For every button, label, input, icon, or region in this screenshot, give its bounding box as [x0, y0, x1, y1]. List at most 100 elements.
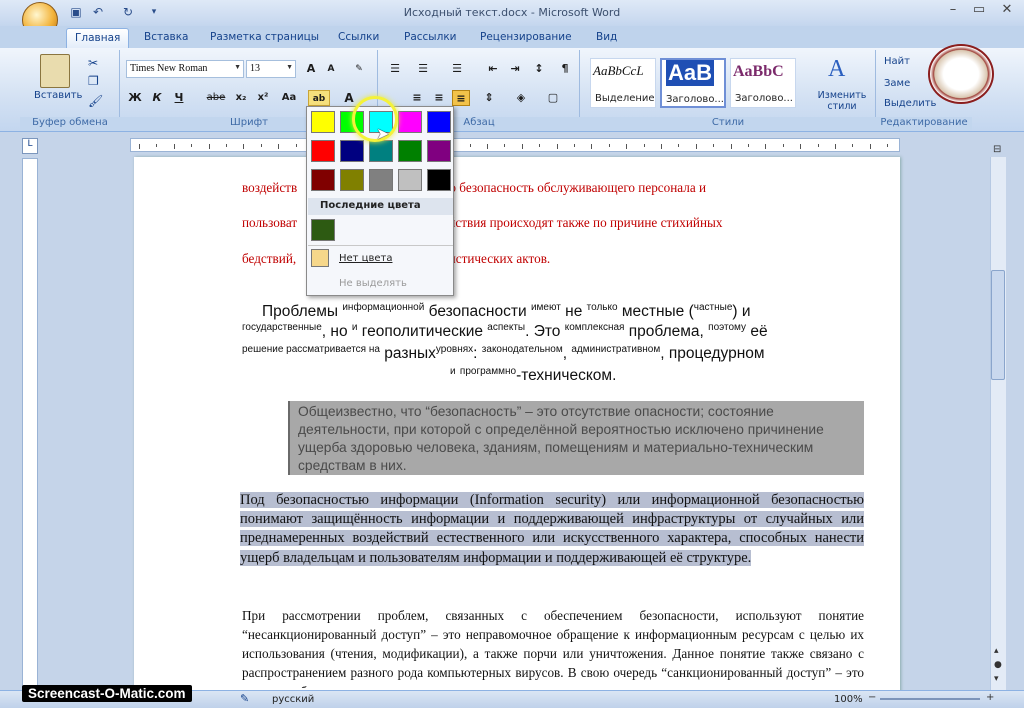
superscript-button[interactable]: x²: [254, 90, 272, 106]
color-swatch[interactable]: [340, 169, 364, 191]
tab-selector[interactable]: L: [22, 138, 38, 154]
replace-button[interactable]: Заме: [884, 78, 910, 89]
color-swatch[interactable]: [369, 169, 393, 191]
font-size-select[interactable]: 13 ▼: [246, 60, 296, 78]
clear-format-icon[interactable]: ✎: [350, 61, 368, 77]
color-swatch[interactable]: [311, 140, 335, 162]
style-heading2[interactable]: AaBbC Заголово...: [730, 58, 796, 108]
ruler-tick: [661, 144, 662, 149]
highlight-color-icon[interactable]: ab: [308, 90, 330, 106]
no-color-swatch[interactable]: [311, 249, 329, 267]
zoom-slider[interactable]: [880, 698, 980, 700]
style-sample: AaBbC: [733, 63, 784, 80]
strikethrough-button[interactable]: abe: [204, 90, 228, 106]
selected-paragraph[interactable]: Под безопасностью информации (Informatio…: [240, 491, 864, 587]
multilevel-icon[interactable]: ☰: [448, 61, 466, 77]
vertical-ruler[interactable]: [22, 158, 38, 688]
color-swatch[interactable]: [398, 111, 422, 133]
next-page-icon[interactable]: ▾: [994, 674, 999, 684]
quick-access-menu-icon[interactable]: ▾: [146, 4, 162, 20]
ruler-tick: [173, 144, 175, 149]
format-painter-icon[interactable]: 🖌: [88, 94, 103, 108]
find-button[interactable]: Найт: [884, 56, 910, 67]
ruler-tick: [730, 144, 732, 149]
style-sample: AaB: [666, 60, 715, 86]
font-name-select[interactable]: Times New Roman ▼: [126, 60, 244, 78]
paste-button[interactable]: Вставить: [34, 90, 82, 101]
justify-icon[interactable]: ≡: [452, 90, 470, 106]
paragraph-unauthorized-access: При рассмотрении проблем, связанных с об…: [242, 608, 864, 688]
prev-page-icon[interactable]: ▴: [994, 646, 999, 656]
ruler-tick: [713, 144, 715, 147]
align-center-icon[interactable]: ≡: [408, 90, 426, 106]
line-spacing-icon[interactable]: ⇕: [480, 90, 498, 106]
tab-references[interactable]: Ссылки: [330, 28, 387, 48]
sort-icon[interactable]: ↕: [530, 61, 548, 77]
tab-view[interactable]: Вид: [588, 28, 625, 48]
horizontal-ruler[interactable]: [130, 138, 900, 152]
decrease-indent-icon[interactable]: ⇤: [484, 61, 502, 77]
recent-color-swatch[interactable]: [311, 219, 335, 241]
close-icon[interactable]: ✕: [994, 0, 1020, 20]
shading-icon[interactable]: ◈: [512, 90, 530, 106]
mouse-pointer-icon: ➤: [376, 124, 390, 143]
maximize-icon[interactable]: ▭: [966, 0, 992, 20]
color-swatch[interactable]: [427, 169, 451, 191]
ruler-tick: [156, 144, 158, 147]
tab-page-layout[interactable]: Разметка страницы: [202, 28, 327, 48]
stop-highlighting-item[interactable]: Не выделять: [339, 278, 407, 289]
style-label: Выделение: [595, 93, 655, 104]
spellcheck-icon[interactable]: ✎: [240, 692, 249, 705]
zoom-level[interactable]: 100%: [834, 694, 863, 705]
change-case-button[interactable]: Аа: [278, 90, 300, 106]
font-color-icon[interactable]: A: [340, 90, 358, 106]
numbering-icon[interactable]: ☰: [414, 61, 432, 77]
color-swatch[interactable]: [340, 140, 364, 162]
tab-review[interactable]: Рецензирование: [472, 28, 580, 48]
tab-insert[interactable]: Вставка: [136, 28, 197, 48]
watermark: Screencast-O-Matic.com: [22, 685, 192, 702]
color-swatch[interactable]: [398, 169, 422, 191]
change-styles-button[interactable]: Изменить стили: [814, 90, 870, 112]
bullets-icon[interactable]: ☰: [386, 61, 404, 77]
color-swatch[interactable]: [311, 169, 335, 191]
select-browse-object-icon[interactable]: ●: [994, 660, 1002, 670]
undo-icon[interactable]: ↶: [90, 4, 106, 20]
save-icon[interactable]: ▣: [68, 4, 84, 20]
subscript-button[interactable]: x₂: [232, 90, 250, 106]
increase-indent-icon[interactable]: ⇥: [506, 61, 524, 77]
align-right-icon[interactable]: ≡: [430, 90, 448, 106]
view-ruler-icon[interactable]: ⊟: [993, 144, 1001, 155]
style-heading1[interactable]: AaB Заголово...: [660, 58, 726, 108]
language-status[interactable]: русский: [272, 694, 314, 705]
color-swatch[interactable]: [427, 140, 451, 162]
bold-button[interactable]: Ж: [126, 90, 144, 106]
borders-icon[interactable]: ▢: [544, 90, 562, 106]
zoom-in-icon[interactable]: +: [986, 692, 994, 703]
shrink-font-icon[interactable]: A: [322, 61, 340, 77]
select-button[interactable]: Выделить: [884, 98, 936, 109]
color-swatch[interactable]: [427, 111, 451, 133]
tab-home[interactable]: Главная: [66, 28, 130, 48]
redo-icon[interactable]: ↻: [120, 4, 136, 20]
ruler-tick: [765, 144, 767, 149]
tab-mailings[interactable]: Рассылки: [396, 28, 464, 48]
copy-icon[interactable]: ❐: [88, 74, 99, 88]
style-emphasis[interactable]: AaBbCcL Выделение: [590, 58, 656, 108]
color-swatch[interactable]: [311, 111, 335, 133]
zoom-out-icon[interactable]: −: [868, 692, 876, 703]
underline-button[interactable]: Ч: [170, 90, 188, 106]
no-color-item[interactable]: Нет цвета: [339, 253, 392, 264]
pilcrow-icon[interactable]: ¶: [556, 61, 574, 77]
minimize-icon[interactable]: –: [940, 0, 966, 20]
change-styles-icon[interactable]: A: [828, 56, 845, 83]
color-swatch[interactable]: [398, 140, 422, 162]
scroll-thumb[interactable]: [991, 270, 1005, 380]
editing-group-label: Редактирование: [876, 117, 972, 131]
italic-button[interactable]: К: [148, 90, 166, 106]
grow-font-icon[interactable]: A: [302, 61, 320, 77]
cut-icon[interactable]: ✂: [88, 56, 98, 70]
vertical-scrollbar[interactable]: [990, 157, 1006, 690]
paste-icon[interactable]: [40, 54, 70, 88]
color-swatch[interactable]: [369, 140, 393, 162]
